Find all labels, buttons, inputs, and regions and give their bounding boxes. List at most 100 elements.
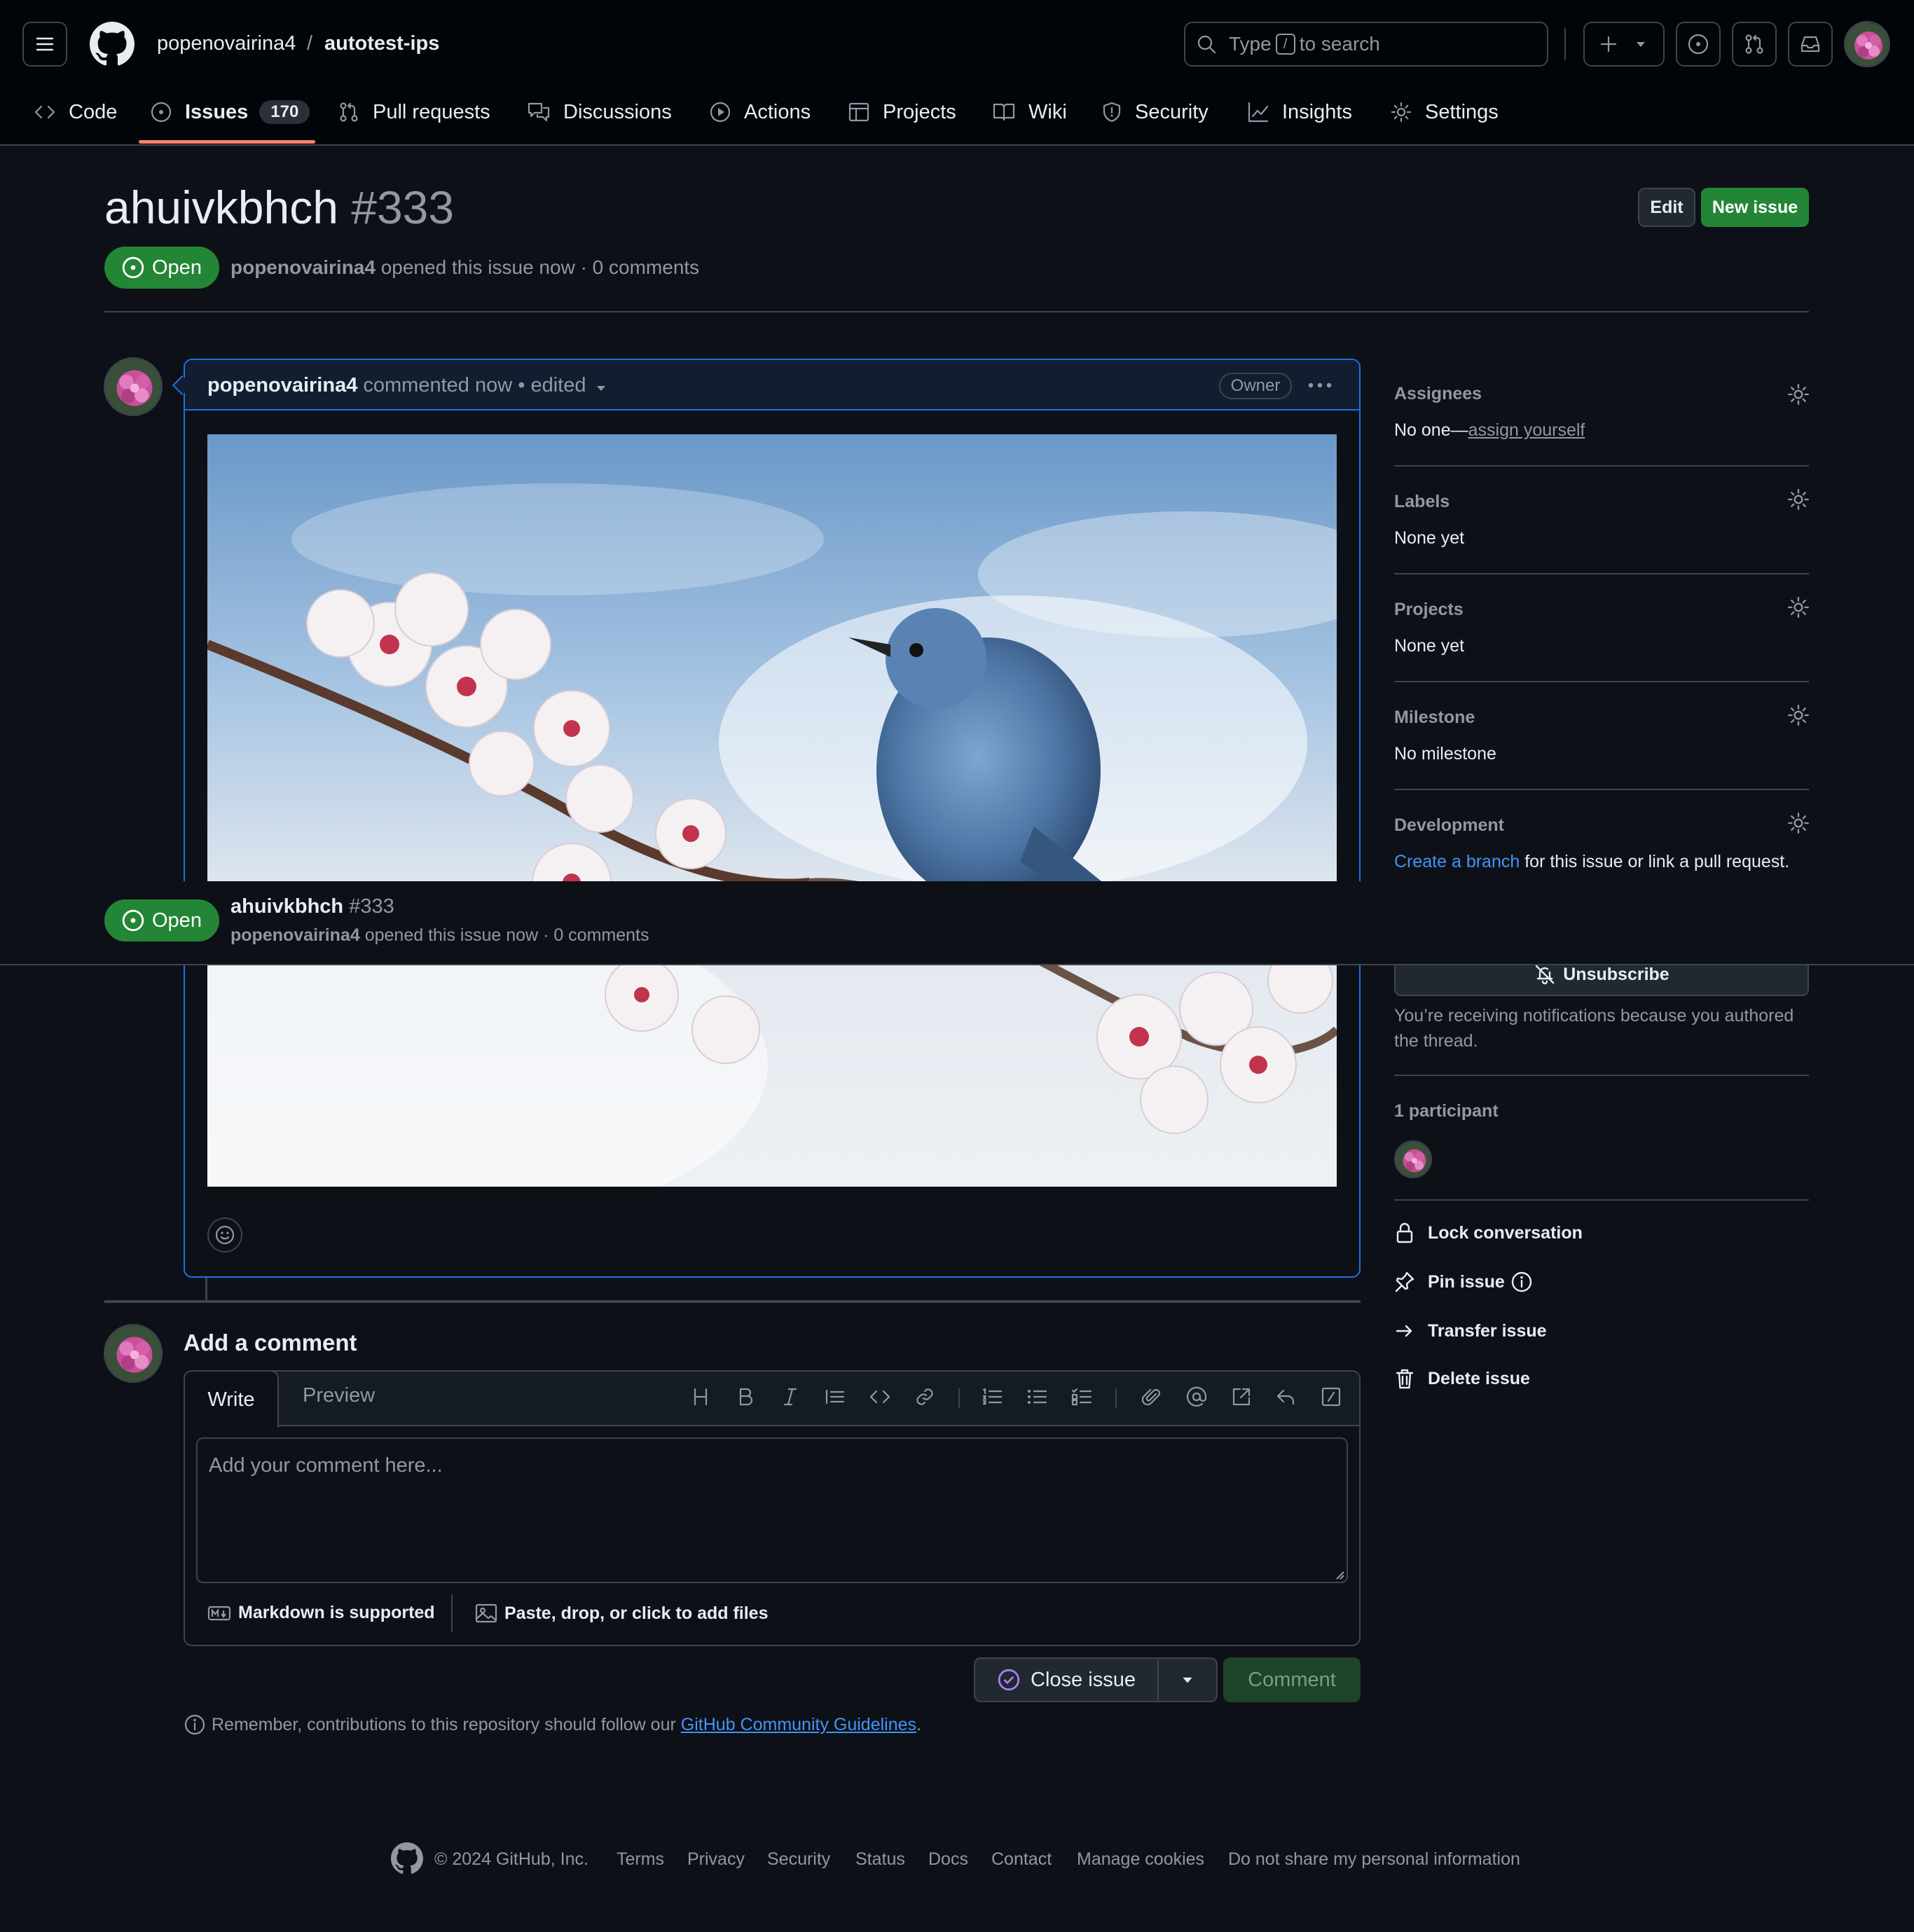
tab-insights[interactable]: Insights xyxy=(1247,95,1352,129)
comment-time[interactable]: commented now xyxy=(363,374,512,396)
gear-icon[interactable] xyxy=(1786,488,1810,511)
code-icon[interactable] xyxy=(869,1386,891,1408)
toolbar-separator xyxy=(1115,1388,1117,1408)
tab-projects[interactable]: Projects xyxy=(848,95,956,129)
tab-write[interactable]: Write xyxy=(184,1370,279,1428)
tab-projects-label: Projects xyxy=(883,100,956,123)
github-logo[interactable] xyxy=(90,22,135,67)
participant-avatar[interactable] xyxy=(1394,1140,1432,1178)
tab-wiki[interactable]: Wiki xyxy=(992,95,1067,129)
comment-textarea[interactable]: Add your comment here... xyxy=(196,1437,1348,1583)
sidebar-divider xyxy=(1394,465,1809,467)
comment-image[interactable] xyxy=(207,434,1337,1187)
breadcrumb-repo[interactable]: autotest-ips xyxy=(324,32,439,55)
tab-preview[interactable]: Preview xyxy=(303,1384,375,1407)
user-avatar[interactable] xyxy=(1844,21,1890,67)
footer-link-docs[interactable]: Docs xyxy=(928,1849,968,1870)
toolbar-separator xyxy=(958,1388,960,1408)
info-icon[interactable] xyxy=(1510,1271,1533,1293)
comment-edited[interactable]: • edited xyxy=(518,374,586,396)
book-icon xyxy=(993,103,1015,121)
tab-security[interactable]: Security xyxy=(1101,95,1209,129)
sticky-title[interactable]: ahuivkbhch #333 xyxy=(230,895,394,918)
gear-icon[interactable] xyxy=(1786,382,1810,406)
new-issue-button[interactable]: New issue xyxy=(1701,188,1809,227)
close-issue-options-button[interactable] xyxy=(1157,1657,1218,1702)
issue-author-link[interactable]: popenovairina4 xyxy=(230,256,376,278)
edit-button[interactable]: Edit xyxy=(1638,188,1695,227)
footer-link-security[interactable]: Security xyxy=(767,1849,830,1870)
development-heading[interactable]: Development xyxy=(1394,815,1504,836)
add-reaction-button[interactable] xyxy=(207,1217,242,1253)
labels-heading[interactable]: Labels xyxy=(1394,492,1450,512)
issue-title-text: ahuivkbhch xyxy=(104,181,338,233)
footer-link-contact[interactable]: Contact xyxy=(991,1849,1052,1870)
quote-icon[interactable] xyxy=(824,1386,846,1408)
cross-reference-icon[interactable] xyxy=(1230,1386,1253,1408)
tab-discussions[interactable]: Discussions xyxy=(527,95,672,129)
markdown-supported-note[interactable]: Markdown is supported xyxy=(207,1603,435,1623)
guidelines-note: Remember, contributions to this reposito… xyxy=(184,1713,921,1736)
community-guidelines-link[interactable]: GitHub Community Guidelines xyxy=(681,1715,916,1735)
gear-icon[interactable] xyxy=(1786,703,1810,727)
current-user-avatar[interactable] xyxy=(104,1324,163,1383)
image-icon xyxy=(475,1603,497,1623)
italic-icon[interactable] xyxy=(779,1386,801,1408)
issues-button[interactable] xyxy=(1676,22,1721,67)
create-branch-link[interactable]: Create a branch xyxy=(1394,852,1520,871)
reply-icon[interactable] xyxy=(1275,1386,1297,1408)
projects-value: None yet xyxy=(1394,636,1465,656)
kebab-horizontal-icon[interactable] xyxy=(1307,378,1333,392)
lock-conversation-action[interactable]: Lock conversation xyxy=(1394,1222,1583,1244)
projects-heading[interactable]: Projects xyxy=(1394,600,1464,620)
comment-author-link[interactable]: popenovairina4 xyxy=(207,374,357,396)
tab-settings[interactable]: Settings xyxy=(1390,95,1499,129)
github-mark-icon[interactable] xyxy=(391,1842,423,1875)
triangle-down-icon[interactable] xyxy=(594,381,608,395)
header-divider xyxy=(1564,28,1566,60)
assignees-heading[interactable]: Assignees xyxy=(1394,384,1482,404)
sticky-author-link[interactable]: popenovairina4 xyxy=(230,925,360,945)
search-input[interactable]: Type / to search xyxy=(1184,22,1548,67)
footer-link-terms[interactable]: Terms xyxy=(617,1849,664,1870)
tab-code[interactable]: Code xyxy=(34,95,117,129)
tab-issues[interactable]: Issues 170 xyxy=(150,95,310,129)
pin-issue-action[interactable]: Pin issue xyxy=(1394,1271,1545,1293)
heading-icon[interactable] xyxy=(689,1386,712,1408)
mention-icon[interactable] xyxy=(1185,1386,1208,1408)
close-issue-button[interactable]: Close issue xyxy=(974,1657,1159,1702)
tasklist-icon[interactable] xyxy=(1070,1386,1093,1408)
unordered-list-icon[interactable] xyxy=(1026,1386,1048,1408)
create-new-button[interactable] xyxy=(1583,22,1665,67)
delete-issue-action[interactable]: Delete issue xyxy=(1394,1367,1530,1390)
gear-icon[interactable] xyxy=(1786,811,1810,835)
bold-icon[interactable] xyxy=(734,1386,757,1408)
slash-command-icon[interactable] xyxy=(1320,1386,1342,1408)
timeline-divider xyxy=(104,1300,1361,1303)
paperclip-icon[interactable] xyxy=(1141,1386,1163,1408)
add-files-note[interactable]: Paste, drop, or click to add files xyxy=(475,1603,769,1624)
sidebar-divider xyxy=(1394,789,1809,790)
assign-yourself-link[interactable]: assign yourself xyxy=(1468,420,1585,440)
comment-author-avatar[interactable] xyxy=(104,357,163,416)
pull-requests-button[interactable] xyxy=(1732,22,1777,67)
tab-pull-requests[interactable]: Pull requests xyxy=(338,95,490,129)
milestone-heading[interactable]: Milestone xyxy=(1394,708,1475,728)
link-icon[interactable] xyxy=(914,1386,936,1408)
resize-handle-icon[interactable] xyxy=(1335,1571,1345,1580)
comment-submit-button[interactable]: Comment xyxy=(1223,1657,1361,1702)
footer-link-status[interactable]: Status xyxy=(855,1849,905,1870)
menu-button[interactable] xyxy=(22,22,67,67)
inbox-button[interactable] xyxy=(1788,22,1833,67)
breadcrumb-owner[interactable]: popenovairina4 xyxy=(157,32,296,55)
gear-icon[interactable] xyxy=(1786,595,1810,619)
labels-value: None yet xyxy=(1394,528,1465,548)
footer-link-manage-cookies[interactable]: Manage cookies xyxy=(1077,1849,1204,1870)
tab-actions[interactable]: Actions xyxy=(709,95,811,129)
footer-link-privacy[interactable]: Privacy xyxy=(687,1849,745,1870)
footer-copyright: © 2024 GitHub, Inc. xyxy=(434,1849,588,1869)
ordered-list-icon[interactable] xyxy=(981,1386,1003,1408)
footer-link-do-not-share[interactable]: Do not share my personal information xyxy=(1228,1849,1520,1870)
issue-opened-text: opened this issue now · 0 comments xyxy=(380,256,700,278)
transfer-issue-action[interactable]: Transfer issue xyxy=(1394,1320,1547,1342)
